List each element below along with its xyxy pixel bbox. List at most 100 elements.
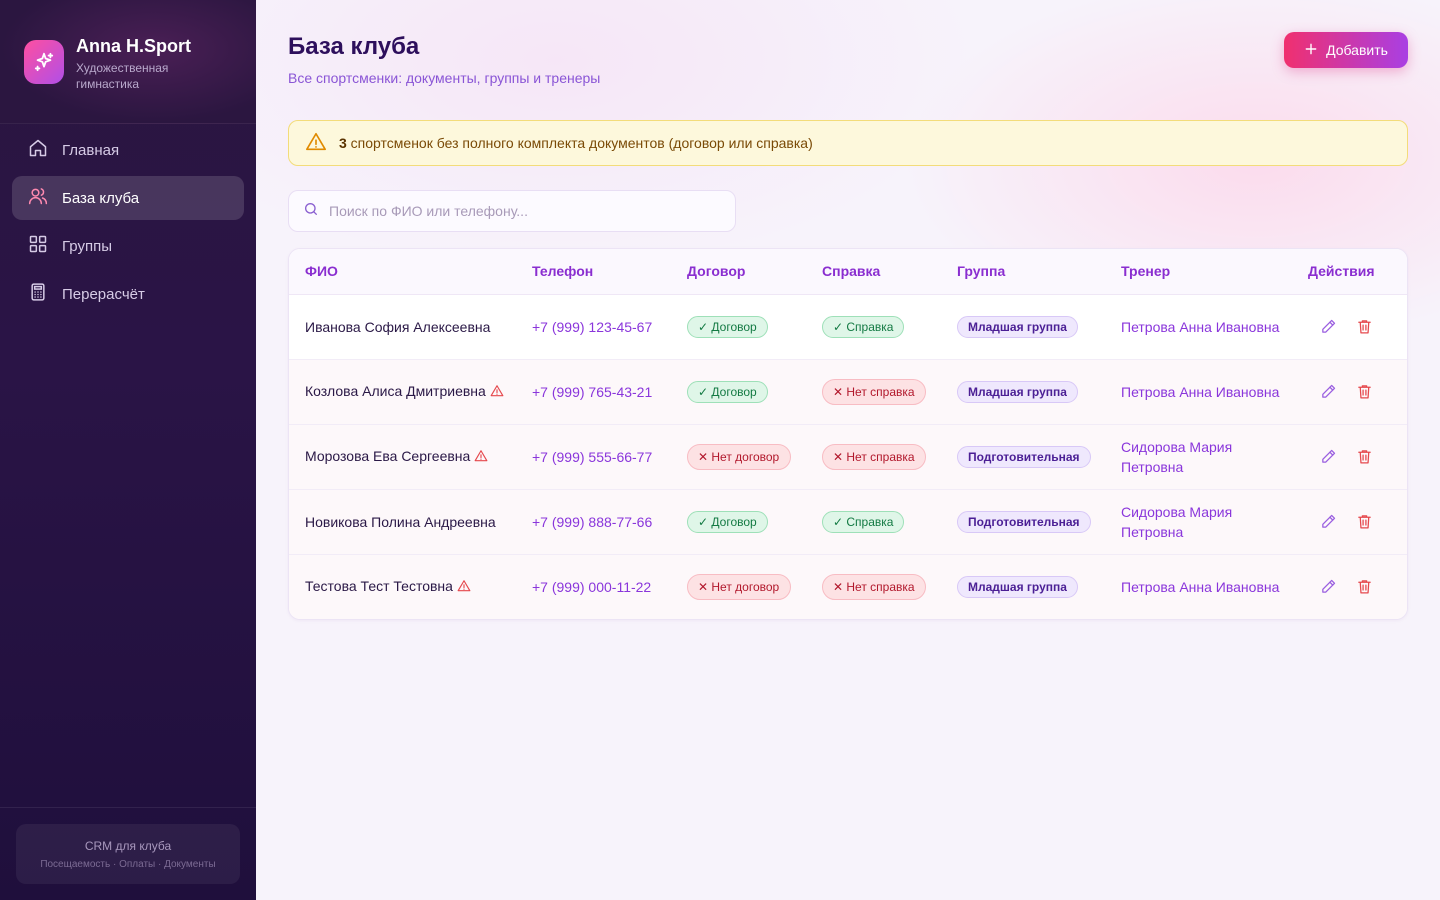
edit-icon[interactable] xyxy=(1318,317,1338,337)
column-header-coach[interactable]: Тренер xyxy=(1105,249,1292,295)
phone-cell: +7 (999) 123-45-67 xyxy=(516,294,671,359)
delete-icon[interactable] xyxy=(1354,382,1374,402)
athlete-phone[interactable]: +7 (999) 123-45-67 xyxy=(532,319,652,335)
footer-card: CRM для клуба Посещаемость · Оплаты · До… xyxy=(16,824,240,884)
coach-name[interactable]: Сидорова Мария Петровна xyxy=(1121,504,1232,540)
warning-icon xyxy=(474,448,488,468)
sidebar-item-groups[interactable]: Группы xyxy=(12,224,244,268)
brand-name: Anna H.Sport xyxy=(76,36,191,56)
column-header-name[interactable]: ФИО xyxy=(289,249,516,295)
coach-name[interactable]: Сидорова Мария Петровна xyxy=(1121,439,1232,475)
sidebar-item-club-base[interactable]: База клуба xyxy=(12,176,244,220)
delete-icon[interactable] xyxy=(1354,577,1374,597)
phone-cell: +7 (999) 555-66-77 xyxy=(516,424,671,489)
coach-cell: Петрова Анна Ивановна xyxy=(1105,294,1292,359)
group-cell: Младшая группа xyxy=(941,554,1105,619)
actions-cell xyxy=(1292,294,1407,359)
home-icon xyxy=(28,138,48,162)
athletes-table: ФИО Телефон Договор Справка Группа Трене… xyxy=(288,248,1408,620)
contract-status-badge: ✓ Договор xyxy=(687,380,768,403)
athlete-phone[interactable]: +7 (999) 555-66-77 xyxy=(532,449,652,465)
athlete-name-cell: Новикова Полина Андреевна xyxy=(289,489,516,554)
athlete-name-cell: Иванова София Алексеевна xyxy=(289,294,516,359)
coach-name[interactable]: Петрова Анна Ивановна xyxy=(1121,319,1279,335)
group-badge: Младшая группа xyxy=(957,575,1078,598)
group-cell: Младшая группа xyxy=(941,294,1105,359)
edit-icon[interactable] xyxy=(1318,512,1338,532)
athlete-phone[interactable]: +7 (999) 765-43-21 xyxy=(532,384,652,400)
group-badge: Подготовительная xyxy=(957,510,1091,533)
group-badge: Младшая группа xyxy=(957,380,1078,403)
column-header-certificate[interactable]: Справка xyxy=(806,249,941,295)
sidebar-item-label: Перерасчёт xyxy=(62,285,145,303)
column-header-group[interactable]: Группа xyxy=(941,249,1105,295)
actions-cell xyxy=(1292,489,1407,554)
delete-icon[interactable] xyxy=(1354,317,1374,337)
certificate-cell: ✕ Нет справка xyxy=(806,554,941,619)
certificate-status-badge: ✕ Нет справка xyxy=(822,573,926,600)
athlete-name: Козлова Алиса Дмитриевна xyxy=(305,382,486,399)
delete-icon[interactable] xyxy=(1354,512,1374,532)
alert-message: спортсменок без полного комплекта докуме… xyxy=(346,135,813,151)
group-cell: Подготовительная xyxy=(941,424,1105,489)
users-icon xyxy=(28,186,48,210)
calculator-icon xyxy=(28,282,48,306)
table-row[interactable]: Иванова София Алексеевна +7 (999) 123-45-… xyxy=(289,294,1407,359)
athlete-name-cell: Морозова Ева Сергеевна xyxy=(289,424,516,489)
certificate-status-badge: ✓ Справка xyxy=(822,315,905,338)
search-icon xyxy=(303,201,319,222)
brand: Anna H.Sport Художественная гимнастика xyxy=(0,0,256,124)
contract-cell: ✓ Договор xyxy=(671,489,806,554)
phone-cell: +7 (999) 888-77-66 xyxy=(516,489,671,554)
column-header-phone[interactable]: Телефон xyxy=(516,249,671,295)
athlete-name-cell: Тестова Тест Тестовна xyxy=(289,554,516,619)
actions-cell xyxy=(1292,554,1407,619)
edit-icon[interactable] xyxy=(1318,577,1338,597)
search-input[interactable] xyxy=(329,203,709,219)
alert-text: 3 спортсменок без полного комплекта доку… xyxy=(339,135,813,151)
sidebar-nav: Главная База клуба Группы Перерасчёт xyxy=(0,124,256,316)
table-row[interactable]: Морозова Ева Сергеевна +7 (999) 555-66-77… xyxy=(289,424,1407,489)
athlete-phone[interactable]: +7 (999) 888-77-66 xyxy=(532,514,652,530)
group-badge: Подготовительная xyxy=(957,445,1091,468)
sidebar: Anna H.Sport Художественная гимнастика Г… xyxy=(0,0,256,900)
contract-status-badge: ✕ Нет договор xyxy=(687,443,791,470)
search-box xyxy=(288,190,736,232)
table-row[interactable]: Новикова Полина Андреевна +7 (999) 888-77… xyxy=(289,489,1407,554)
edit-icon[interactable] xyxy=(1318,382,1338,402)
sidebar-item-home[interactable]: Главная xyxy=(12,128,244,172)
coach-name[interactable]: Петрова Анна Ивановна xyxy=(1121,384,1279,400)
add-button[interactable]: Добавить xyxy=(1284,32,1408,68)
page-subtitle: Все спортсменки: документы, группы и тре… xyxy=(288,70,601,86)
table-row[interactable]: Тестова Тест Тестовна +7 (999) 000-11-22 ✕… xyxy=(289,554,1407,619)
table-row[interactable]: Козлова Алиса Дмитриевна +7 (999) 765-43-… xyxy=(289,359,1407,424)
certificate-cell: ✕ Нет справка xyxy=(806,359,941,424)
actions-cell xyxy=(1292,424,1407,489)
column-header-actions: Действия xyxy=(1292,249,1407,295)
column-header-contract[interactable]: Договор xyxy=(671,249,806,295)
sparkles-icon xyxy=(24,40,64,84)
athlete-name: Тестова Тест Тестовна xyxy=(305,577,453,594)
group-cell: Младшая группа xyxy=(941,359,1105,424)
delete-icon[interactable] xyxy=(1354,447,1374,467)
phone-cell: +7 (999) 765-43-21 xyxy=(516,359,671,424)
certificate-cell: ✓ Справка xyxy=(806,489,941,554)
contract-status-badge: ✕ Нет договор xyxy=(687,573,791,600)
coach-cell: Петрова Анна Ивановна xyxy=(1105,554,1292,619)
contract-cell: ✕ Нет договор xyxy=(671,424,806,489)
athlete-name-cell: Козлова Алиса Дмитриевна xyxy=(289,359,516,424)
coach-cell: Сидорова Мария Петровна xyxy=(1105,489,1292,554)
athlete-name: Новикова Полина Андреевна xyxy=(305,513,496,530)
athlete-phone[interactable]: +7 (999) 000-11-22 xyxy=(532,579,651,595)
sidebar-item-recalculation[interactable]: Перерасчёт xyxy=(12,272,244,316)
athlete-name: Морозова Ева Сергеевна xyxy=(305,447,471,464)
certificate-status-badge: ✕ Нет справка xyxy=(822,378,926,405)
coach-name[interactable]: Петрова Анна Ивановна xyxy=(1121,579,1279,595)
group-cell: Подготовительная xyxy=(941,489,1105,554)
certificate-cell: ✓ Справка xyxy=(806,294,941,359)
edit-icon[interactable] xyxy=(1318,447,1338,467)
group-badge: Младшая группа xyxy=(957,315,1078,338)
alert-count: 3 xyxy=(339,135,347,151)
grid-icon xyxy=(28,234,48,258)
footer-title: CRM для клуба xyxy=(84,838,172,853)
